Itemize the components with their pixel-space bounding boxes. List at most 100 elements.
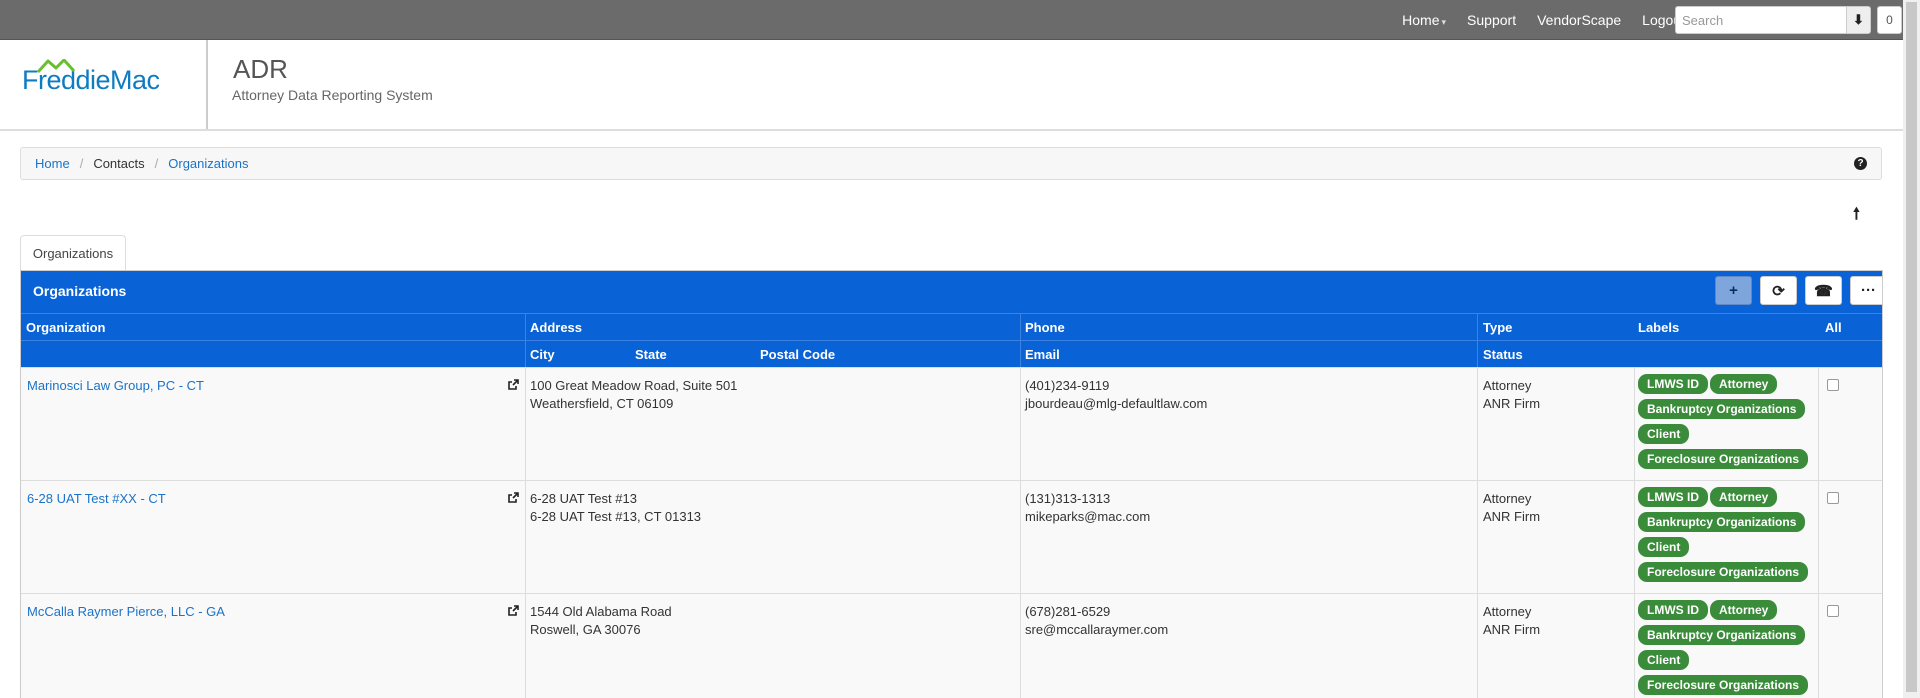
breadcrumb-home[interactable]: Home: [35, 156, 70, 171]
row-divider: [1818, 368, 1819, 480]
col-all[interactable]: All: [1825, 320, 1842, 335]
count-badge[interactable]: 0: [1877, 6, 1902, 34]
top-navbar: Home▾ Support VendorScape Logout ⬇ 0: [0, 0, 1920, 40]
organization-link[interactable]: McCalla Raymer Pierce, LLC - GA: [27, 603, 225, 621]
col-address[interactable]: Address: [530, 320, 582, 335]
col-organization[interactable]: Organization: [26, 320, 105, 335]
address-cell: 1544 Old Alabama Road Roswell, GA 30076: [530, 603, 672, 639]
panel-title: Organizations: [33, 283, 127, 299]
nav-vendorscape-link[interactable]: VendorScape: [1537, 12, 1621, 28]
row-divider: [1020, 368, 1021, 480]
col-email[interactable]: Email: [1025, 347, 1060, 362]
col-state[interactable]: State: [635, 347, 667, 362]
table-row[interactable]: Marinosci Law Group, PC - CT 100 Great M…: [21, 367, 1882, 480]
organization-link[interactable]: Marinosci Law Group, PC - CT: [27, 377, 204, 395]
label-badge: Attorney: [1710, 600, 1778, 620]
refresh-button[interactable]: ⟳: [1760, 276, 1797, 305]
label-badge: Attorney: [1710, 487, 1778, 507]
address-cell: 100 Great Meadow Road, Suite 501 Weather…: [530, 377, 737, 413]
table-row[interactable]: 6-28 UAT Test #XX - CT 6-28 UAT Test #13…: [21, 480, 1882, 593]
download-arrow-icon: ⬇: [1853, 12, 1864, 27]
col-labels[interactable]: Labels: [1638, 320, 1679, 335]
breadcrumb-separator: /: [154, 156, 159, 171]
row-select-checkbox[interactable]: [1827, 379, 1839, 391]
breadcrumb-separator: /: [79, 156, 84, 171]
labels-cell: LMWS ID Attorney Bankruptcy Organizations…: [1638, 600, 1813, 698]
refresh-icon: ⟳: [1772, 282, 1785, 300]
external-link-icon[interactable]: [507, 379, 519, 391]
help-icon[interactable]: ?: [1854, 157, 1867, 170]
nav-support-link[interactable]: Support: [1467, 12, 1516, 28]
row-select-checkbox[interactable]: [1827, 492, 1839, 504]
labels-cell: LMWS ID Attorney Bankruptcy Organizations…: [1638, 374, 1813, 474]
column-divider: [525, 341, 526, 367]
row-divider: [1477, 368, 1478, 480]
label-badge: Bankruptcy Organizations: [1638, 512, 1806, 532]
row-divider: [1634, 368, 1635, 480]
label-badge: Client: [1638, 650, 1690, 670]
scroll-top-arrow-icon[interactable]: 🠕: [1853, 203, 1860, 230]
contact-cell: (401)234-9119 jbourdeau@mlg-defaultlaw.c…: [1025, 377, 1207, 413]
row-divider: [1020, 594, 1021, 698]
vertical-scrollbar[interactable]: [1903, 0, 1920, 698]
column-divider: [1477, 314, 1478, 340]
header-divider: [206, 40, 208, 129]
column-divider: [525, 314, 526, 340]
chevron-down-icon: ▾: [1441, 17, 1447, 27]
external-link-icon[interactable]: [507, 605, 519, 617]
address-line2: Weathersfield, CT 06109: [530, 396, 674, 411]
type-text: Attorney: [1483, 378, 1532, 393]
label-badge: LMWS ID: [1638, 600, 1708, 620]
add-organization-button[interactable]: +: [1715, 276, 1752, 305]
freddie-mac-logo[interactable]: FreddieMac: [22, 59, 160, 96]
col-phone[interactable]: Phone: [1025, 320, 1065, 335]
scrollbar-thumb[interactable]: [1906, 2, 1917, 692]
phone-text: (678)281-6529: [1025, 604, 1111, 619]
row-select-checkbox[interactable]: [1827, 605, 1839, 617]
table-header-row: Organization Address Phone Type Labels A…: [21, 313, 1882, 340]
phone-button[interactable]: ☎: [1805, 276, 1842, 305]
organization-link[interactable]: 6-28 UAT Test #XX - CT: [27, 490, 166, 508]
address-line2: 6-28 UAT Test #13, CT 01313: [530, 509, 702, 524]
status-text: ANR Firm: [1483, 509, 1541, 524]
label-badge: LMWS ID: [1638, 374, 1708, 394]
app-header: FreddieMac ADR Attorney Data Reporting S…: [0, 40, 1903, 131]
address-cell: 6-28 UAT Test #13 6-28 UAT Test #13, CT …: [530, 490, 701, 526]
labels-cell: LMWS ID Attorney Bankruptcy Organizations…: [1638, 487, 1813, 587]
column-divider: [1477, 341, 1478, 367]
row-divider: [1477, 594, 1478, 698]
search-download-button[interactable]: ⬇: [1846, 6, 1871, 34]
phone-text: (401)234-9119: [1025, 378, 1110, 393]
more-options-button[interactable]: ···: [1850, 276, 1882, 305]
label-badge: Bankruptcy Organizations: [1638, 625, 1806, 645]
type-cell: Attorney ANR Firm: [1483, 603, 1540, 639]
label-badge: Client: [1638, 537, 1690, 557]
email-text: sre@mccallaraymer.com: [1025, 622, 1169, 637]
col-type[interactable]: Type: [1483, 320, 1512, 335]
col-city[interactable]: City: [530, 347, 555, 362]
label-badge: Foreclosure Organizations: [1638, 449, 1809, 469]
table-row[interactable]: McCalla Raymer Pierce, LLC - GA 1544 Old…: [21, 593, 1882, 698]
tab-organizations[interactable]: Organizations: [20, 235, 126, 270]
plus-icon: +: [1729, 282, 1738, 299]
label-badge: LMWS ID: [1638, 487, 1708, 507]
address-line1: 6-28 UAT Test #13: [530, 491, 637, 506]
search-input[interactable]: [1675, 6, 1846, 34]
row-divider: [1477, 481, 1478, 593]
column-divider: [1020, 314, 1021, 340]
type-text: Attorney: [1483, 604, 1532, 619]
row-divider: [525, 594, 526, 698]
breadcrumb-organizations[interactable]: Organizations: [168, 156, 248, 171]
type-cell: Attorney ANR Firm: [1483, 490, 1540, 526]
external-link-icon[interactable]: [507, 492, 519, 504]
type-text: Attorney: [1483, 491, 1532, 506]
breadcrumb: Home / Contacts / Organizations ?: [20, 147, 1882, 180]
panel-header: Organizations + ⟳ ☎ ···: [21, 271, 1882, 313]
app-subtitle: Attorney Data Reporting System: [232, 87, 433, 103]
breadcrumb-contacts: Contacts: [93, 156, 145, 171]
nav-home-dropdown[interactable]: Home ▾: [1381, 12, 1446, 28]
app-title: ADR: [233, 54, 288, 84]
phone-text: (131)313-1313: [1025, 491, 1111, 506]
col-status[interactable]: Status: [1483, 347, 1523, 362]
col-postal-code[interactable]: Postal Code: [760, 347, 835, 362]
